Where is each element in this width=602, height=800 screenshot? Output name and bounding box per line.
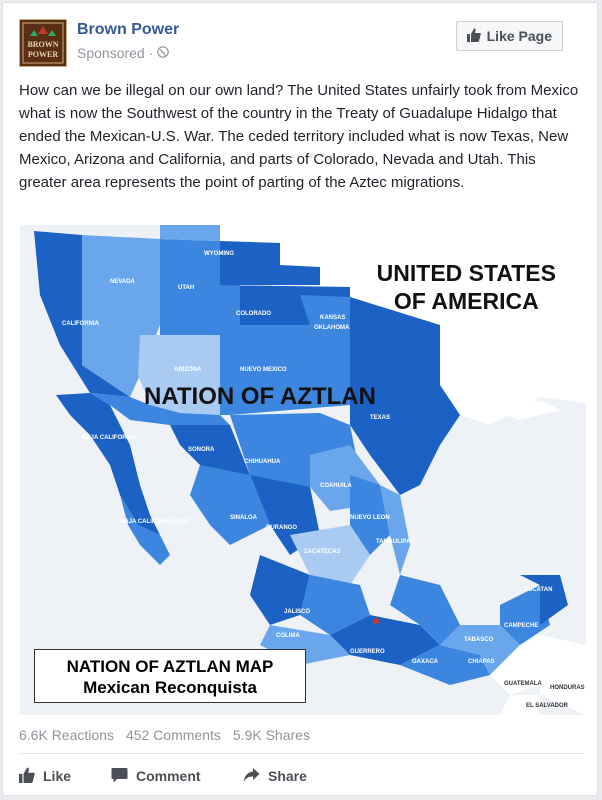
state-label-utah: UTAH [178, 285, 195, 291]
state-label-california: CALIFORNIA [62, 321, 99, 327]
state-label-arizona: ARIZONA [174, 367, 202, 373]
share-button[interactable]: Share [243, 767, 307, 786]
state-label-coahuila: COAHUILA [320, 483, 352, 489]
page-avatar[interactable]: BROWN POWER [19, 19, 67, 67]
meta-dot: · [148, 45, 154, 61]
post-stats: 6.6K Reactions 452 Comments 5.9K Shares [19, 727, 310, 743]
country-label-guatemala: GUATEMALA [504, 681, 542, 687]
state-label-sinaloa: SINALOA [230, 515, 257, 521]
state-label-zacatecas: ZACATECAS [304, 549, 341, 555]
state-label-kansas: KANSAS [320, 315, 346, 321]
state-label-tabasco: TABASCO [464, 637, 494, 643]
state-label-colima: COLIMA [276, 633, 300, 639]
like-button[interactable]: Like [19, 767, 111, 786]
state-label-colorado: COLORADO [236, 311, 271, 317]
logo-text-2: POWER [28, 50, 58, 59]
share-label: Share [268, 768, 307, 784]
post-body-text: How can we be illegal on our own land? T… [19, 82, 579, 191]
map-title-line1: NATION OF AZTLAN MAP [66, 657, 274, 676]
country-label-el-salvador: EL SALVADOR [526, 703, 569, 709]
map-title-box: NATION OF AZTLAN MAP Mexican Reconquista [34, 649, 306, 703]
state-label-oklahoma: OKLAHOMA [314, 325, 350, 331]
share-arrow-icon [243, 767, 260, 786]
like-page-button[interactable]: Like Page [455, 21, 563, 51]
globe-icon [157, 45, 170, 61]
page-name-link[interactable]: Brown Power [77, 21, 179, 39]
country-label-honduras: HONDURAS [550, 685, 585, 691]
state-label-sonora: SONORA [188, 447, 215, 453]
reactions-count[interactable]: 6.6K Reactions [19, 727, 114, 743]
map-title-line2: Mexican Reconquista [83, 678, 257, 697]
map-label-aztlan: NATION OF AZTLAN [144, 383, 376, 410]
post-card: BROWN POWER Brown Power Sponsored · Like… [2, 2, 598, 796]
map-image[interactable]: UNITED STATES OF AMERICA NATION OF AZTLA… [20, 225, 586, 715]
state-label-nuevo-leon: NUEVO LEON [350, 515, 390, 521]
state-label-chiapas: CHIAPAS [468, 659, 495, 665]
comments-count[interactable]: 452 Comments [126, 727, 221, 743]
state-label-nuevo-mexico: NUEVO MEXICO [240, 367, 287, 373]
actions-divider [19, 753, 583, 754]
logo-text-1: BROWN [27, 40, 58, 49]
post-actions-bar: Like Comment Share [19, 761, 583, 791]
state-label-jalisco: JALISCO [284, 609, 311, 615]
comment-label: Comment [136, 768, 201, 784]
state-label-texas: TEXAS [370, 415, 391, 421]
thumbs-up-icon [19, 767, 35, 786]
comment-icon [111, 767, 128, 786]
state-label-oaxaca: OAXACA [412, 659, 439, 665]
state-label-durango: DURANGO [266, 525, 297, 531]
like-page-label: Like Page [486, 28, 552, 44]
state-label-nevada: NEVADA [110, 279, 135, 285]
sponsored-label[interactable]: Sponsored [77, 45, 145, 61]
map-label-usa-line2: OF AMERICA [393, 288, 539, 314]
comment-button[interactable]: Comment [111, 767, 243, 786]
post-header: BROWN POWER Brown Power Sponsored · Like… [19, 17, 583, 69]
state-label-campeche: CAMPECHE [504, 623, 539, 629]
post-meta: Sponsored · [77, 45, 170, 61]
shares-count[interactable]: 5.9K Shares [233, 727, 310, 743]
state-label-chihuahua: CHIHUAHUA [244, 459, 281, 465]
brown-power-logo: BROWN POWER [20, 20, 66, 66]
map-label-usa: UNITED STATES OF AMERICA [377, 259, 556, 315]
state-label-guerrero: GUERRERO [350, 649, 385, 655]
state-label-baja-california: BAJA CALIFORNIA [82, 435, 137, 441]
map-label-usa-line1: UNITED STATES [376, 260, 556, 286]
thumbs-up-icon [466, 28, 481, 45]
state-label-yucatan: YUCATAN [524, 587, 553, 593]
state-label-tamaulipas: TAMAULIPAS [376, 539, 415, 545]
like-label: Like [43, 768, 72, 784]
state-label-wyoming: WYOMING [204, 251, 234, 257]
state-label-baja-california-sur: BAJA CALIFORNIA SUR [120, 519, 189, 525]
